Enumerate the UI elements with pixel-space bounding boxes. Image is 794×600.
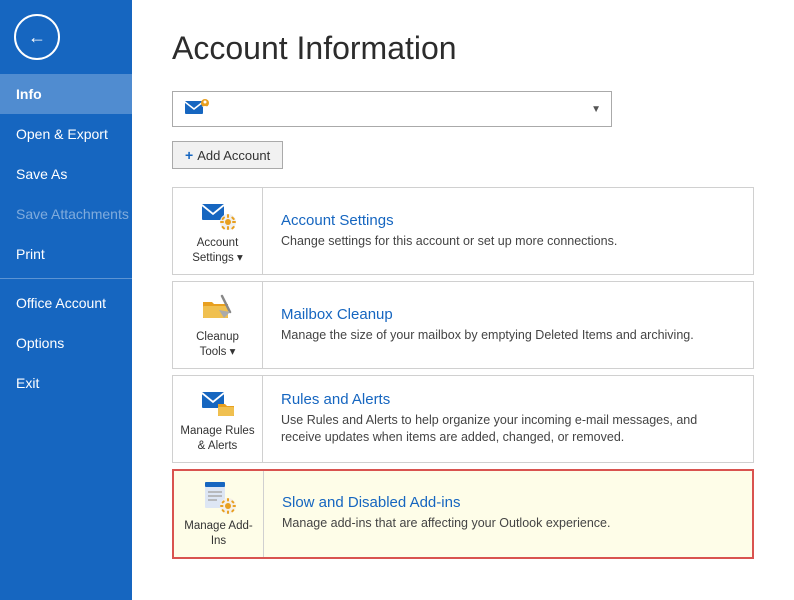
email-person-icon	[183, 95, 211, 123]
mailbox-cleanup-content: Mailbox Cleanup Manage the size of your …	[263, 282, 712, 368]
sidebar-item-print[interactable]: Print	[0, 234, 132, 274]
cleanup-tools-icon-label: CleanupTools ▾	[196, 330, 239, 360]
sidebar-item-options[interactable]: Options	[0, 323, 132, 363]
cards-list: AccountSettings ▾ Account Settings Chang…	[172, 187, 754, 565]
sidebar-nav: Info Open & Export Save As Save Attachme…	[0, 74, 132, 600]
slow-addins-content: Slow and Disabled Add-ins Manage add-ins…	[264, 471, 628, 557]
rules-alerts-content: Rules and Alerts Use Rules and Alerts to…	[263, 376, 753, 462]
add-icon: +	[185, 147, 193, 163]
main-content: Account Information ▼ + Add Account	[132, 0, 794, 600]
account-settings-title: Account Settings	[281, 212, 617, 229]
manage-addins-icon	[201, 479, 237, 515]
rules-alerts-icon-area: Manage Rules& Alerts	[173, 376, 263, 462]
account-settings-icon-label: AccountSettings ▾	[192, 236, 243, 266]
slow-addins-desc: Manage add-ins that are affecting your O…	[282, 515, 610, 533]
account-settings-icon-area: AccountSettings ▾	[173, 188, 263, 274]
account-settings-icon	[200, 196, 236, 232]
slow-addins-title: Slow and Disabled Add-ins	[282, 494, 610, 511]
rules-alerts-icon	[200, 384, 236, 420]
sidebar-item-info[interactable]: Info	[0, 74, 132, 114]
manage-addins-icon-label: Manage Add-Ins	[184, 519, 252, 549]
account-settings-content: Account Settings Change settings for thi…	[263, 188, 635, 274]
sidebar-item-save-as[interactable]: Save As	[0, 154, 132, 194]
sidebar: ← Info Open & Export Save As Save Attach…	[0, 0, 132, 600]
cleanup-tools-icon	[200, 290, 236, 326]
mailbox-cleanup-card[interactable]: CleanupTools ▾ Mailbox Cleanup Manage th…	[172, 281, 754, 369]
rules-alerts-desc: Use Rules and Alerts to help organize yo…	[281, 412, 735, 447]
rules-alerts-icon-label: Manage Rules& Alerts	[180, 424, 254, 454]
sidebar-item-save-attachments: Save Attachments	[0, 194, 132, 234]
account-settings-desc: Change settings for this account or set …	[281, 233, 617, 251]
rules-alerts-title: Rules and Alerts	[281, 391, 735, 408]
sidebar-item-open-export[interactable]: Open & Export	[0, 114, 132, 154]
rules-alerts-card[interactable]: Manage Rules& Alerts Rules and Alerts Us…	[172, 375, 754, 463]
mailbox-cleanup-desc: Manage the size of your mailbox by empty…	[281, 327, 694, 345]
add-account-button[interactable]: + Add Account	[172, 141, 283, 169]
mailbox-cleanup-icon-area: CleanupTools ▾	[173, 282, 263, 368]
dropdown-arrow-icon: ▼	[591, 104, 601, 115]
back-button[interactable]: ←	[14, 14, 60, 60]
sidebar-divider	[0, 278, 132, 279]
slow-addins-card[interactable]: Manage Add-Ins Slow and Disabled Add-ins…	[172, 469, 754, 559]
slow-addins-icon-area: Manage Add-Ins	[174, 471, 264, 557]
add-account-label: Add Account	[197, 148, 270, 163]
sidebar-item-office-account[interactable]: Office Account	[0, 283, 132, 323]
page-title: Account Information	[172, 30, 754, 67]
sidebar-item-exit[interactable]: Exit	[0, 363, 132, 403]
mailbox-cleanup-title: Mailbox Cleanup	[281, 306, 694, 323]
account-dropdown[interactable]: ▼	[172, 91, 612, 127]
account-settings-card[interactable]: AccountSettings ▾ Account Settings Chang…	[172, 187, 754, 275]
dropdown-row: ▼	[172, 91, 754, 127]
account-dropdown-icon	[183, 95, 211, 123]
